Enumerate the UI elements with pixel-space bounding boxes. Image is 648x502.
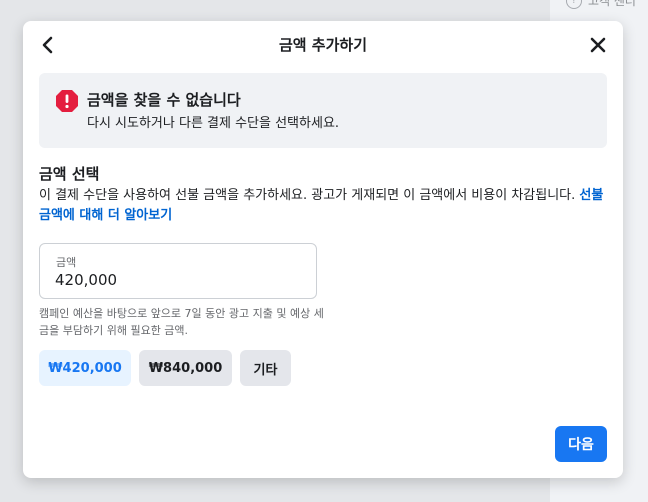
error-description: 다시 시도하거나 다른 결제 수단을 선택하세요. <box>87 116 340 131</box>
section-title: 금액 선택 <box>39 165 100 183</box>
amount-chips: ₩420,000 ₩840,000 기타 <box>39 350 291 386</box>
error-icon <box>56 90 78 112</box>
amount-chip-840000[interactable]: ₩840,000 <box>139 350 232 386</box>
section-description: 이 결제 수단을 사용하여 선불 금액을 추가하세요. 광고가 게재되면 이 금… <box>39 186 609 226</box>
error-banner: 금액을 찾을 수 없습니다 다시 시도하거나 다른 결제 수단을 선택하세요. <box>39 73 607 148</box>
dialog-header: 금액 추가하기 <box>23 21 623 69</box>
error-title: 금액을 찾을 수 없습니다 <box>87 91 241 109</box>
section-description-text: 이 결제 수단을 사용하여 선불 금액을 추가하세요. 광고가 게재되면 이 금… <box>39 188 576 203</box>
help-center-link[interactable]: ? 고객 센터 <box>566 0 636 9</box>
dialog-title: 금액 추가하기 <box>278 36 368 54</box>
amount-chip-other[interactable]: 기타 <box>240 350 291 386</box>
amount-chip-420000[interactable]: ₩420,000 <box>39 350 131 386</box>
help-icon: ? <box>566 0 582 9</box>
amount-field-label: 금액 <box>56 256 77 269</box>
amount-input[interactable] <box>55 270 295 290</box>
close-icon <box>590 37 606 53</box>
close-button[interactable] <box>587 34 609 56</box>
next-button[interactable]: 다음 <box>555 426 607 462</box>
amount-field[interactable]: 금액 <box>39 243 317 299</box>
amount-hint: 캠페인 예산을 바탕으로 앞으로 7일 동안 광고 지출 및 예상 세금을 부담… <box>39 307 324 337</box>
help-center-label: 고객 센터 <box>588 0 636 8</box>
add-funds-dialog: 금액 추가하기 금액을 찾을 수 없습니다 다시 시도하거나 다른 결제 수단을… <box>23 21 623 478</box>
